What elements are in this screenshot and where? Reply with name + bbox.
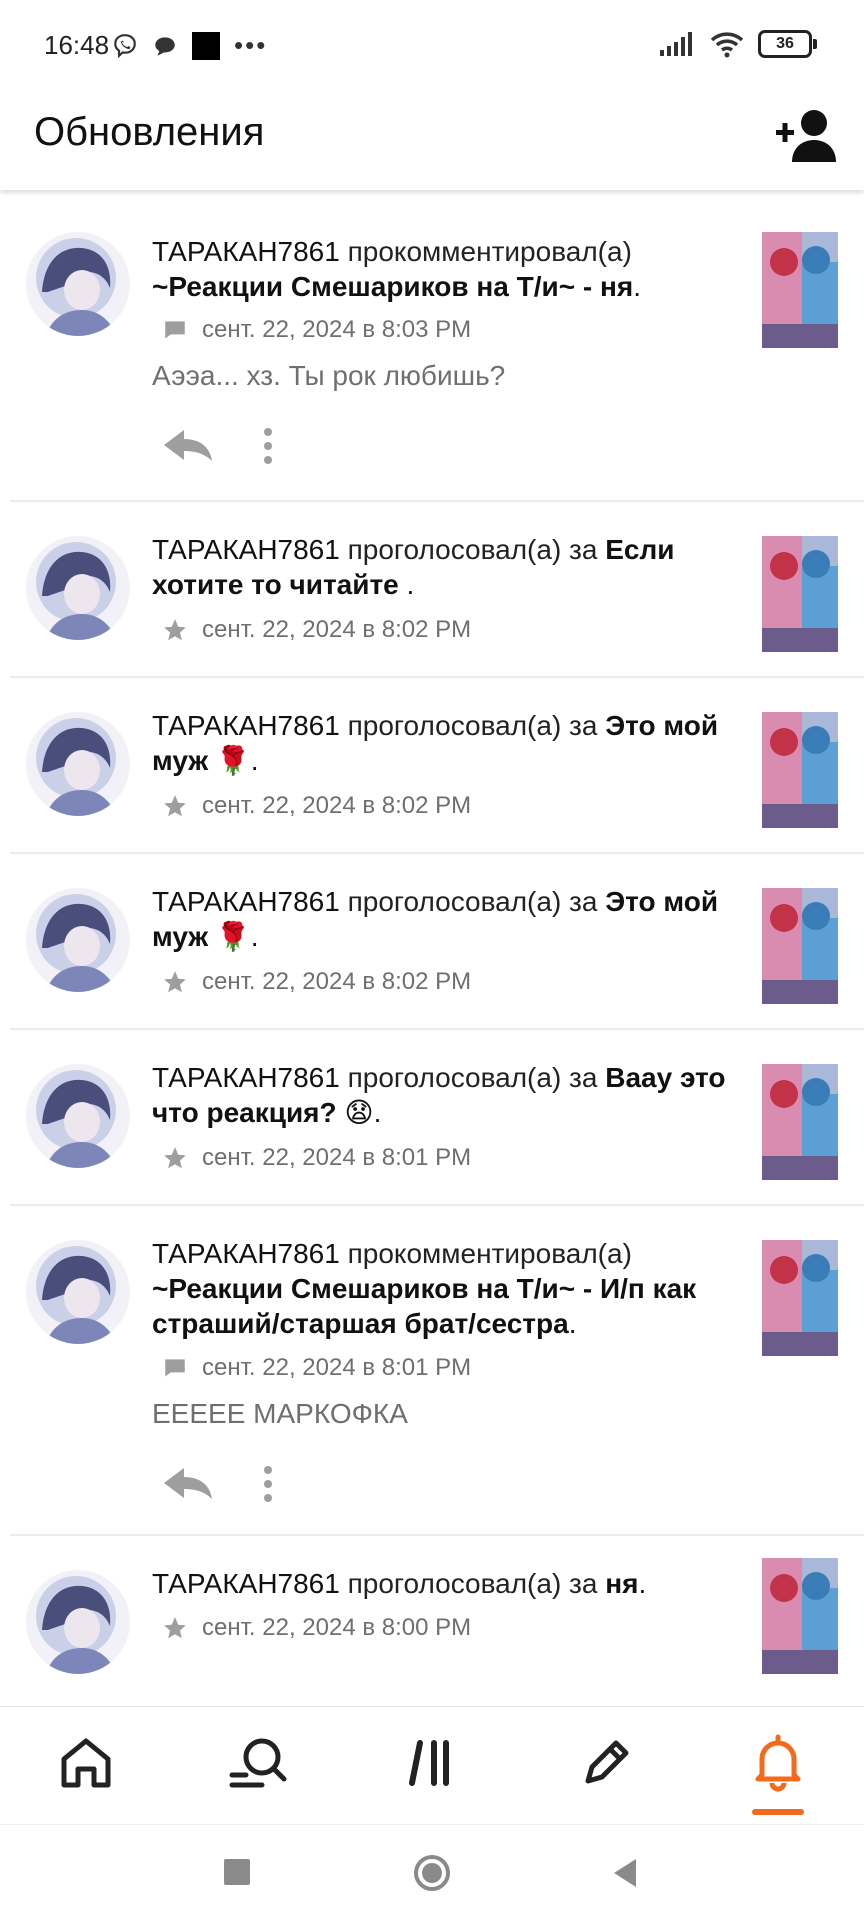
story-link[interactable]: ~Реакции Смешариков на Т/и~ - ня [152, 271, 633, 302]
avatar[interactable] [26, 1570, 130, 1674]
avatar[interactable] [26, 888, 130, 992]
page-title: Обновления [34, 110, 265, 154]
story-link[interactable]: ня [605, 1568, 638, 1599]
timestamp: сент. 22, 2024 в 8:03 PM [202, 316, 472, 343]
action-text: прокомментировал(а) [347, 1238, 632, 1269]
feed-item[interactable]: ТАРАКАН7861 проголосовал(а) за Это мой м… [10, 676, 864, 854]
story-cover-thumbnail[interactable] [762, 712, 838, 828]
feed-item[interactable]: ТАРАКАН7861 проголосовал(а) за ня. сент.… [10, 1534, 864, 1702]
timestamp: сент. 22, 2024 в 8:01 PM [202, 1144, 472, 1171]
bottom-navigation [0, 1706, 864, 1825]
app-bar: Обновления [0, 96, 864, 190]
recent-apps-button[interactable] [218, 1853, 258, 1893]
timestamp: сент. 22, 2024 в 8:02 PM [202, 616, 472, 643]
more-options-icon[interactable] [258, 1464, 278, 1504]
signal-icon [660, 32, 692, 56]
avatar[interactable] [26, 712, 130, 816]
item-meta: сент. 22, 2024 в 8:02 PM [162, 792, 471, 820]
system-navigation-bar [0, 1824, 864, 1921]
action-text: проголосовал(а) за [347, 534, 598, 565]
username-link[interactable]: ТАРАКАН7861 [152, 710, 340, 741]
item-meta: сент. 22, 2024 в 8:01 PM [162, 1144, 471, 1172]
story-cover-thumbnail[interactable] [762, 536, 838, 652]
home-circle-icon[interactable] [412, 1853, 452, 1893]
comment-icon [165, 321, 185, 339]
timestamp: сент. 22, 2024 в 8:00 PM [202, 1614, 472, 1641]
item-meta: сент. 22, 2024 в 8:01 PM [162, 1354, 471, 1382]
star-icon [164, 971, 186, 993]
username-link[interactable]: ТАРАКАН7861 [152, 534, 340, 565]
square-icon [224, 1859, 250, 1885]
battery-icon: 36 [758, 30, 817, 58]
timestamp: сент. 22, 2024 в 8:02 PM [202, 792, 472, 819]
feed-item[interactable]: ТАРАКАН7861 проголосовал(а) за Если хоти… [10, 500, 864, 678]
more-notifications-icon: ••• [234, 30, 268, 60]
library-icon[interactable] [400, 1731, 464, 1795]
status-time: 16:48 [44, 30, 110, 60]
username-link[interactable]: ТАРАКАН7861 [152, 236, 340, 267]
write-icon[interactable] [574, 1731, 638, 1795]
username-link[interactable]: ТАРАКАН7861 [152, 1568, 340, 1599]
comment-text: Аээа... хз. Ты рок любишь? [152, 360, 506, 391]
avatar[interactable] [26, 536, 130, 640]
reply-icon[interactable] [160, 428, 214, 462]
search-icon[interactable] [226, 1731, 290, 1795]
story-cover-thumbnail[interactable] [762, 1558, 838, 1674]
feed-item[interactable]: ТАРАКАН7861 проголосовал(а) за Это мой м… [10, 852, 864, 1030]
story-cover-thumbnail[interactable] [762, 888, 838, 1004]
username-link[interactable]: ТАРАКАН7861 [152, 886, 340, 917]
item-meta: сент. 22, 2024 в 8:02 PM [162, 968, 471, 996]
timestamp: сент. 22, 2024 в 8:01 PM [202, 1354, 472, 1381]
item-meta: сент. 22, 2024 в 8:03 PM [162, 316, 471, 344]
story-cover-thumbnail[interactable] [762, 1064, 838, 1180]
updates-feed[interactable]: ТАРАКАН7861 прокомментировал(а) ~Реакции… [0, 192, 864, 1702]
star-icon [164, 619, 186, 641]
active-tab-indicator [752, 1809, 804, 1815]
feed-item[interactable]: ТАРАКАН7861 проголосовал(а) за Ваау это … [10, 1028, 864, 1206]
chat-bubble-icon [155, 36, 175, 56]
back-triangle-icon[interactable] [606, 1853, 646, 1893]
avatar[interactable] [26, 1064, 130, 1168]
notification-square-icon [192, 31, 220, 60]
feed-item[interactable]: ТАРАКАН7861 прокомментировал(а) ~Реакции… [10, 192, 864, 502]
home-icon[interactable] [54, 1731, 118, 1795]
username-link[interactable]: ТАРАКАН7861 [152, 1062, 340, 1093]
comment-text: ЕЕЕЕЕ МАРКОФКА [152, 1398, 408, 1429]
avatar[interactable] [26, 1240, 130, 1344]
action-text: прокомментировал(а) [347, 236, 632, 267]
action-text: проголосовал(а) за [347, 886, 598, 917]
action-text: проголосовал(а) за [347, 710, 598, 741]
action-text: проголосовал(а) за [347, 1568, 598, 1599]
action-text: проголосовал(а) за [347, 1062, 598, 1093]
status-bar: 16:48 ••• 36 [0, 0, 864, 96]
more-options-icon[interactable] [258, 426, 278, 466]
star-icon [164, 1617, 186, 1639]
story-cover-thumbnail[interactable] [762, 232, 838, 348]
timestamp: сент. 22, 2024 в 8:02 PM [202, 968, 472, 995]
notifications-icon[interactable] [746, 1731, 810, 1795]
viber-icon [114, 33, 136, 58]
story-cover-thumbnail[interactable] [762, 1240, 838, 1356]
feed-item[interactable]: ТАРАКАН7861 прокомментировал(а) ~Реакции… [10, 1204, 864, 1536]
reply-icon[interactable] [160, 1466, 214, 1500]
comment-icon [165, 1359, 185, 1377]
add-friend-icon[interactable] [776, 108, 838, 162]
star-icon [164, 795, 186, 817]
username-link[interactable]: ТАРАКАН7861 [152, 1238, 340, 1269]
story-link[interactable]: ~Реакции Смешариков на Т/и~ - И/п как ст… [152, 1273, 696, 1339]
item-meta: сент. 22, 2024 в 8:00 PM [162, 1614, 471, 1642]
avatar[interactable] [26, 232, 130, 336]
item-meta: сент. 22, 2024 в 8:02 PM [162, 616, 471, 644]
star-icon [164, 1147, 186, 1169]
wifi-icon [710, 32, 744, 58]
